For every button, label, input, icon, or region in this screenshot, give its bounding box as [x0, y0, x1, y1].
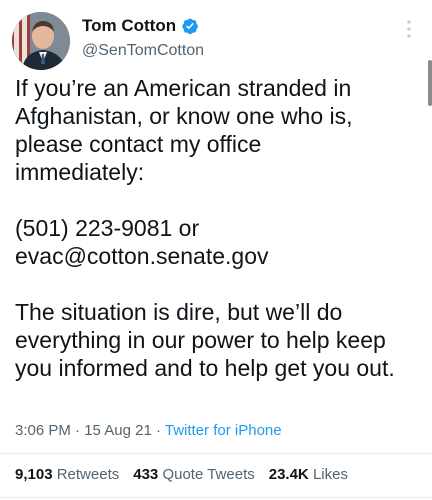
quotes-label: Quote Tweets	[162, 466, 255, 483]
phone-number: (501) 223-9081 or	[15, 215, 200, 241]
likes-count: 23.4K	[268, 466, 309, 483]
tweet-source-link[interactable]: Twitter for iPhone	[165, 422, 282, 439]
tweet-stats: 9,103 Retweets 433 Quote Tweets 23.4K Li…	[15, 466, 348, 483]
tweet-line: you informed and to help get you out.	[15, 355, 395, 381]
handle[interactable]: @SenTomCotton	[82, 42, 204, 60]
meta-separator: ·	[155, 422, 161, 439]
tweet-date[interactable]: 15 Aug 21	[84, 422, 152, 439]
tweet-text: If you’re an American stranded in Afghan…	[15, 74, 415, 382]
verified-badge-icon	[181, 17, 199, 35]
likes-label: Likes	[312, 466, 348, 483]
tweet-time[interactable]: 3:06 PM	[15, 422, 71, 439]
more-vertical-icon[interactable]	[402, 18, 416, 40]
name-row: Tom Cotton	[82, 16, 199, 36]
tweet-meta: 3:06 PM · 15 Aug 21 · Twitter for iPhone	[15, 422, 282, 439]
avatar[interactable]	[12, 12, 70, 70]
meta-separator: ·	[75, 422, 81, 439]
retweets-count: 9,103	[15, 466, 53, 483]
tweet-line: The situation is dire, but we’ll do	[15, 299, 343, 325]
email-address: evac@cotton.senate.gov	[15, 243, 269, 269]
tweet-line: If you’re an American stranded in	[15, 75, 352, 101]
likes-stat[interactable]: 23.4K Likes	[269, 466, 348, 483]
divider	[0, 497, 432, 498]
retweets-label: Retweets	[56, 466, 120, 483]
tweet-header: Tom Cotton @SenTomCotton	[0, 0, 432, 72]
quote-tweets-stat[interactable]: 433 Quote Tweets	[133, 466, 254, 483]
tweet-line: Afghanistan, or know one who is,	[15, 103, 353, 129]
tweet-line: please contact my office	[15, 131, 262, 157]
tweet-line: immediately:	[15, 159, 145, 185]
scrollbar[interactable]	[428, 60, 432, 106]
avatar-image	[12, 12, 70, 70]
divider	[0, 453, 432, 454]
retweets-stat[interactable]: 9,103 Retweets	[15, 466, 119, 483]
display-name[interactable]: Tom Cotton	[82, 16, 176, 36]
quotes-count: 433	[133, 466, 159, 483]
tweet-line: everything in our power to help keep	[15, 327, 386, 353]
